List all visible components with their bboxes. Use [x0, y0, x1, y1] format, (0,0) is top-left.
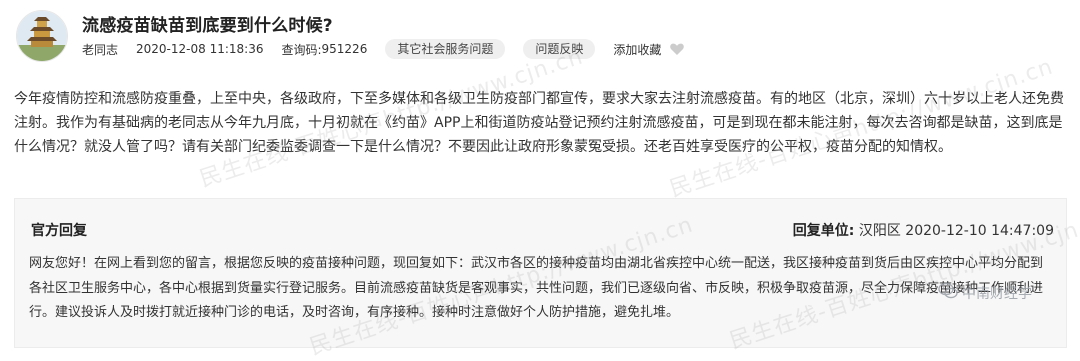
heart-icon[interactable]: [669, 41, 685, 57]
post-thumbnail: [16, 10, 68, 62]
reply-heading: 官方回复: [31, 223, 87, 239]
author: 老同志: [82, 42, 119, 57]
add-favorite-link[interactable]: 添加收藏: [613, 41, 661, 58]
post-datetime: 2020-12-08 11:18:36: [136, 42, 264, 56]
query-code: 951226: [321, 42, 368, 56]
official-reply-box: 官方回复 回复单位: 汉阳区 2020-12-10 14:47:09 网友您好！…: [14, 198, 1067, 348]
wechat-icon: [938, 282, 962, 304]
category-tag[interactable]: 其它社会服务问题: [385, 39, 506, 59]
post-body: 今年疫情防控和流感防疫重叠，上至中央，各级政府，下至多媒体和各级卫生防疫部门都宣…: [14, 91, 1064, 155]
wechat-watermark: 中南财经学: [938, 282, 1032, 304]
reply-unit: 汉阳区: [858, 223, 901, 239]
wechat-account-name: 中南财经学: [962, 286, 1032, 302]
type-tag[interactable]: 问题反映: [523, 39, 596, 59]
reply-unit-label: 回复单位:: [792, 223, 855, 239]
reply-body: 网友您好！在网上看到您的留言，根据您反映的疫苗接种问题，现回复如下：武汉市各区的…: [29, 256, 1044, 320]
post-title: 流感疫苗缺苗到底要到什么时候?: [82, 16, 333, 36]
reply-datetime: 2020-12-10 14:47:09: [905, 223, 1054, 239]
post-meta: 老同志 2020-12-08 11:18:36 查询码: 951226 其它社会…: [82, 38, 685, 60]
query-code-label: 查询码:: [281, 42, 322, 57]
reply-unit-info: 回复单位: 汉阳区 2020-12-10 14:47:09: [793, 220, 1054, 240]
